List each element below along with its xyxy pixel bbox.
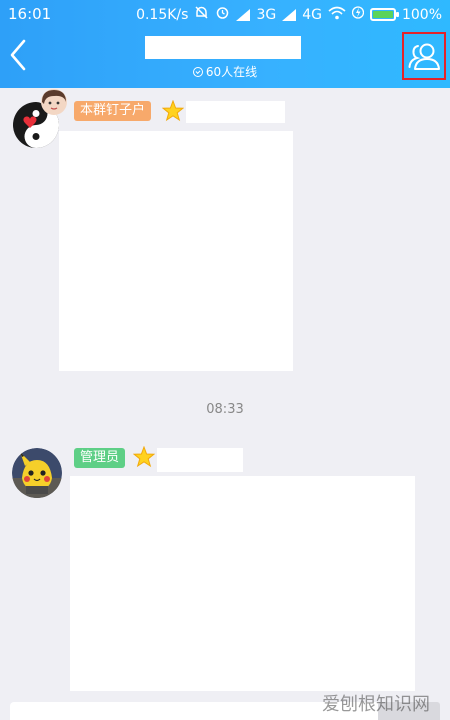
message-bubble-2[interactable] xyxy=(70,476,415,691)
role-tag-admin: 管理员 xyxy=(74,448,126,468)
wifi-icon xyxy=(328,6,346,24)
role-tag-veteran: 本群钉子户 xyxy=(74,101,152,121)
charging-icon xyxy=(351,5,365,24)
net-speed: 0.15K/s xyxy=(136,6,189,23)
star-level-icon xyxy=(162,100,184,122)
group-title xyxy=(145,36,301,59)
sender-name-1 xyxy=(186,101,285,123)
watermark-text: 爱刨根知识网 xyxy=(322,694,430,715)
network-4g: 4G xyxy=(302,6,322,23)
signal-icon-2 xyxy=(282,8,297,21)
chat-header: 16:01 0.15K/s 3G 4G 100% 60人在线 xyxy=(0,0,450,88)
network-3g: 3G xyxy=(256,6,277,23)
message-timestamp: 08:33 xyxy=(206,402,244,417)
status-icons: 0.15K/s 3G 4G 100% xyxy=(136,5,442,24)
members-icon xyxy=(408,43,440,70)
status-time: 16:01 xyxy=(8,5,52,23)
avatar-pendant xyxy=(40,88,68,116)
signal-icon xyxy=(236,8,251,21)
status-bar: 16:01 0.15K/s 3G 4G 100% xyxy=(0,0,450,27)
pikachu-avatar-icon xyxy=(12,448,62,498)
message-bubble-1[interactable] xyxy=(59,131,293,371)
girl-pendant-icon xyxy=(41,89,67,115)
sender-name-2 xyxy=(157,448,243,472)
avatar-pikachu[interactable] xyxy=(12,448,62,498)
group-members-button[interactable] xyxy=(402,32,446,80)
alarm-icon xyxy=(215,5,230,24)
battery-icon xyxy=(369,8,399,21)
online-count: 60人在线 xyxy=(205,65,258,79)
online-status: 60人在线 xyxy=(0,63,450,80)
online-dropdown-icon xyxy=(192,67,203,77)
star-level-icon-2 xyxy=(133,446,155,468)
battery-level: 100% xyxy=(401,6,442,23)
mute-icon xyxy=(194,5,209,24)
